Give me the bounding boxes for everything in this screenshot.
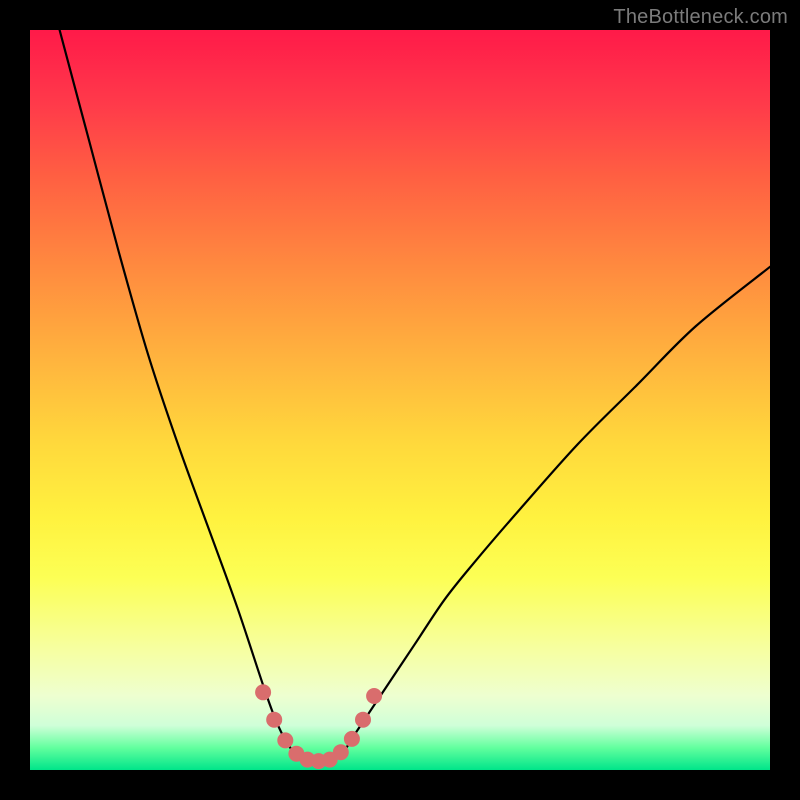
trough-dot: [277, 732, 293, 748]
plot-area: [30, 30, 770, 770]
watermark-text: TheBottleneck.com: [613, 6, 788, 29]
chart-frame: TheBottleneck.com: [0, 0, 800, 800]
trough-dot: [333, 744, 349, 760]
trough-dot: [344, 731, 360, 747]
trough-dot: [366, 688, 382, 704]
trough-dot: [255, 684, 271, 700]
bottleneck-curve: [60, 30, 770, 764]
trough-dot: [266, 712, 282, 728]
curve-svg: [30, 30, 770, 770]
trough-dots: [255, 684, 382, 769]
trough-dot: [355, 712, 371, 728]
